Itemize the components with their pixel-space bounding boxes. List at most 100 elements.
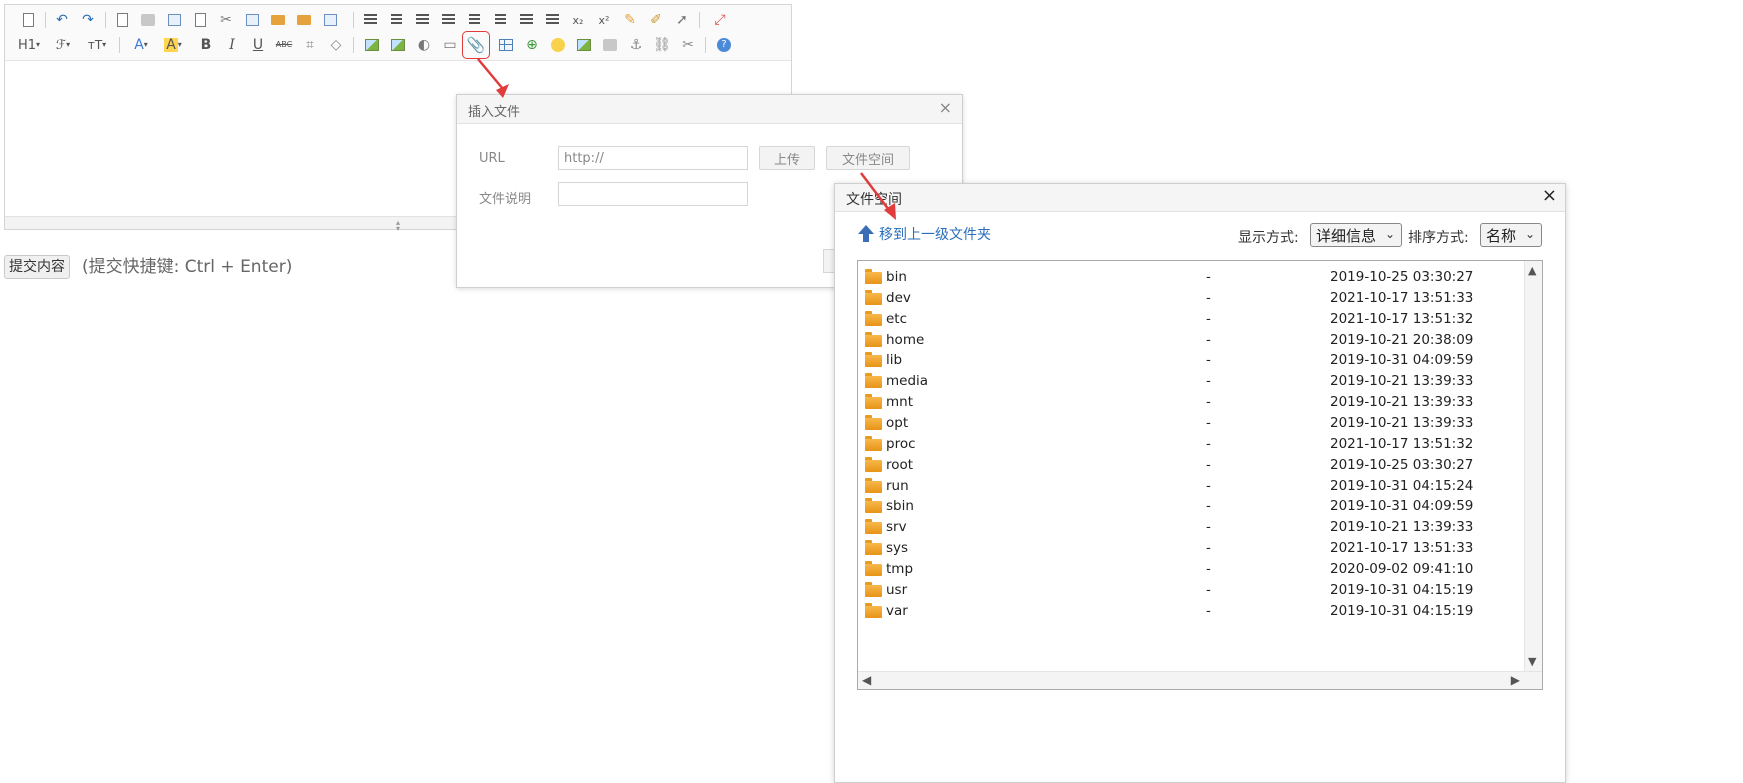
file-row[interactable]: run - 2019-10-31 04:15:24 xyxy=(858,476,1522,497)
font-size-dropdown[interactable]: тT ▾ xyxy=(83,34,111,56)
file-description-input[interactable] xyxy=(558,182,748,206)
underline-icon[interactable]: U xyxy=(247,34,269,56)
file-row[interactable]: proc - 2021-10-17 13:51:32 xyxy=(858,434,1522,455)
insert-image-icon[interactable] xyxy=(361,34,383,56)
scroll-left-icon[interactable]: ◀ xyxy=(862,673,871,687)
sort-order-label: 排序方式: xyxy=(1408,230,1469,246)
file-row[interactable]: home - 2019-10-21 20:38:09 xyxy=(858,330,1522,351)
fullscreen-icon[interactable]: ⤢ xyxy=(709,9,731,31)
print-icon[interactable] xyxy=(137,9,159,31)
eraser-icon[interactable]: ◇ xyxy=(325,34,347,56)
align-center-icon[interactable] xyxy=(385,9,407,31)
insert-row-icon[interactable]: ⊕ xyxy=(521,34,543,56)
file-row[interactable]: root - 2019-10-25 03:30:27 xyxy=(858,455,1522,476)
file-modified-date: 2019-10-21 13:39:33 xyxy=(1330,519,1474,536)
file-size: - xyxy=(1206,560,1211,577)
toolbar-separator xyxy=(119,37,120,53)
url-input[interactable] xyxy=(558,146,748,170)
insert-multi-image-icon[interactable] xyxy=(387,34,409,56)
code-icon[interactable] xyxy=(189,9,211,31)
flash-icon[interactable]: ◐ xyxy=(413,34,435,56)
file-size: - xyxy=(1206,394,1211,411)
font-color-dropdown[interactable]: A ▾ xyxy=(127,34,155,56)
superscript-icon[interactable]: x² xyxy=(593,9,615,31)
font-family-label: ℱ xyxy=(55,37,67,53)
anchor-icon[interactable]: ⚓ xyxy=(625,34,647,56)
unlink-icon[interactable]: ✂ xyxy=(677,34,699,56)
resize-handle-icon[interactable]: ▴ ▾ xyxy=(391,219,405,233)
align-right-icon[interactable] xyxy=(411,9,433,31)
file-size: - xyxy=(1206,456,1211,473)
vertical-scrollbar[interactable]: ▲ ▼ xyxy=(1524,261,1542,671)
file-modified-date: 2019-10-21 20:38:09 xyxy=(1330,331,1474,348)
emoticon-icon[interactable] xyxy=(547,34,569,56)
paste-text-icon[interactable] xyxy=(293,9,315,31)
align-left-icon[interactable] xyxy=(359,9,381,31)
background-color-dropdown[interactable]: A ▾ xyxy=(159,34,187,56)
file-row[interactable]: mnt - 2019-10-21 13:39:33 xyxy=(858,392,1522,413)
file-row[interactable]: dev - 2021-10-17 13:51:33 xyxy=(858,288,1522,309)
select-all-icon[interactable]: ➚ xyxy=(671,9,693,31)
bold-icon[interactable]: B xyxy=(195,34,217,56)
insert-table-icon[interactable] xyxy=(495,34,517,56)
italic-icon[interactable]: I xyxy=(221,34,243,56)
file-row[interactable]: srv - 2019-10-21 13:39:33 xyxy=(858,517,1522,538)
close-icon[interactable]: × xyxy=(939,99,952,117)
view-mode-select[interactable]: 详细信息 ⌄ xyxy=(1310,223,1402,247)
file-row[interactable]: etc - 2021-10-17 13:51:32 xyxy=(858,309,1522,330)
arrow-up-icon xyxy=(857,224,875,244)
format-painter-icon[interactable]: ✐ xyxy=(645,9,667,31)
subscript-icon[interactable]: x₂ xyxy=(567,9,589,31)
file-row[interactable]: usr - 2019-10-31 04:15:19 xyxy=(858,580,1522,601)
toolbar-separator xyxy=(699,12,700,28)
heading-dropdown[interactable]: H1 ▾ xyxy=(15,34,43,56)
media-icon[interactable]: ▭ xyxy=(439,34,461,56)
scroll-right-icon[interactable]: ▶ xyxy=(1511,673,1520,687)
submit-button[interactable]: 提交内容 xyxy=(4,255,70,279)
pagebreak-icon[interactable] xyxy=(599,34,621,56)
file-row[interactable]: bin - 2019-10-25 03:30:27 xyxy=(858,267,1522,288)
help-icon[interactable]: ? xyxy=(713,34,735,56)
indent-icon[interactable] xyxy=(515,9,537,31)
horizontal-scrollbar[interactable]: ◀ ▶ xyxy=(858,671,1542,689)
upload-button[interactable]: 上传 xyxy=(759,146,815,170)
align-justify-icon[interactable] xyxy=(437,9,459,31)
source-code-icon[interactable] xyxy=(17,9,39,31)
file-row[interactable]: tmp - 2020-09-02 09:41:10 xyxy=(858,559,1522,580)
clear-format-icon[interactable]: ✎ xyxy=(619,9,641,31)
file-name: usr xyxy=(886,581,908,598)
parent-folder-link[interactable]: 移到上一级文件夹 xyxy=(857,224,991,244)
sort-order-select[interactable]: 名称 ⌄ xyxy=(1480,223,1542,247)
attachment-icon[interactable]: 📎 xyxy=(462,31,490,59)
unordered-list-icon[interactable] xyxy=(489,9,511,31)
file-row[interactable]: sys - 2021-10-17 13:51:33 xyxy=(858,538,1522,559)
file-row[interactable]: media - 2019-10-21 13:39:33 xyxy=(858,371,1522,392)
file-row[interactable]: var - 2019-10-31 04:15:19 xyxy=(858,601,1522,622)
file-space-dialog-header: 文件空间 × xyxy=(835,184,1565,212)
outdent-icon[interactable] xyxy=(541,9,563,31)
paste-icon[interactable] xyxy=(267,9,289,31)
copy-icon[interactable] xyxy=(241,9,263,31)
map-icon[interactable] xyxy=(573,34,595,56)
file-row[interactable]: opt - 2019-10-21 13:39:33 xyxy=(858,413,1522,434)
paste-word-icon[interactable] xyxy=(319,9,341,31)
strikethrough-icon[interactable]: ABC xyxy=(273,34,295,56)
redo-icon[interactable]: ↷ xyxy=(77,9,99,31)
preview-icon[interactable] xyxy=(111,9,133,31)
close-icon[interactable]: × xyxy=(1542,187,1557,205)
file-row[interactable]: lib - 2019-10-31 04:09:59 xyxy=(858,350,1522,371)
cut-icon[interactable]: ✂ xyxy=(215,9,237,31)
link-icon[interactable]: ⛓ xyxy=(651,34,673,56)
font-family-dropdown[interactable]: ℱ ▾ xyxy=(49,34,77,56)
scroll-down-icon[interactable]: ▼ xyxy=(1528,655,1536,668)
file-space-button[interactable]: 文件空间 xyxy=(826,146,910,170)
ordered-list-icon[interactable] xyxy=(463,9,485,31)
scroll-up-icon[interactable]: ▲ xyxy=(1528,264,1536,277)
template-icon[interactable] xyxy=(163,9,185,31)
file-row[interactable]: sbin - 2019-10-31 04:09:59 xyxy=(858,496,1522,517)
undo-icon[interactable]: ↶ xyxy=(51,9,73,31)
file-space-dialog-title: 文件空间 xyxy=(846,192,902,208)
hr-grid-icon[interactable]: ⌗ xyxy=(299,34,321,56)
file-modified-date: 2019-10-31 04:09:59 xyxy=(1330,352,1474,369)
file-name: etc xyxy=(886,310,908,327)
